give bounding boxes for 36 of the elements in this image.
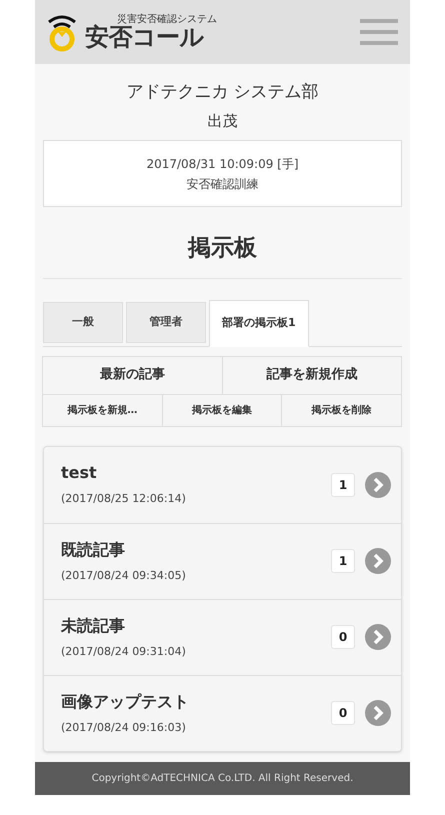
article-date: (2017/08/25 12:06:14) <box>61 491 186 508</box>
menu-icon[interactable] <box>360 19 398 45</box>
article-item[interactable]: 未読記事 (2017/08/24 09:31:04) 0 <box>44 598 401 674</box>
chevron-right-icon <box>365 700 391 726</box>
page-title: 掲示板 <box>188 234 257 263</box>
board-action-button[interactable]: 掲示板を新規… <box>42 394 163 426</box>
tab[interactable]: 管理者 <box>126 302 206 342</box>
action-button[interactable]: 記事を新規作成 <box>222 356 402 394</box>
logo-subtitle: 災害安否確認システム <box>117 15 217 25</box>
article-item[interactable]: 既読記事 (2017/08/24 09:34:05) 1 <box>44 522 401 598</box>
article-item[interactable]: 画像アップテスト (2017/08/24 09:16:03) 0 <box>44 674 401 750</box>
user-name: 出茂 <box>208 110 238 132</box>
count-badge: 0 <box>331 625 355 649</box>
board-action-button[interactable]: 掲示板を削除 <box>281 394 402 426</box>
notice-datetime: 2017/08/31 10:09:09 [手] <box>146 156 299 172</box>
action-button[interactable]: 最新の記事 <box>42 356 222 394</box>
copyright-text: Copyright©AdTECHNICA Co.LTD. All Right Reserved. <box>92 772 354 786</box>
chevron-right-icon <box>365 624 391 650</box>
article-title: 画像アップテスト <box>61 690 189 713</box>
chevron-right-icon <box>365 548 391 574</box>
article-date: (2017/08/24 09:16:03) <box>61 720 187 736</box>
count-badge: 1 <box>331 549 355 573</box>
notice-title: 安否確認訓練 <box>186 176 258 192</box>
tab[interactable]: 部署の掲示板1 <box>209 300 309 346</box>
article-date: (2017/08/24 09:34:05) <box>61 568 186 584</box>
article-title: test <box>61 462 98 484</box>
article-title: 未読記事 <box>61 614 126 637</box>
logo-title: 安否コール <box>85 25 206 49</box>
article-item[interactable]: test (2017/08/25 12:06:14) 1 <box>44 446 401 522</box>
article-date: (2017/08/24 09:31:04) <box>61 644 186 660</box>
article-title: 既読記事 <box>61 538 126 561</box>
count-badge: 0 <box>331 701 355 725</box>
chevron-right-icon <box>365 472 391 498</box>
tab[interactable]: 一般 <box>43 302 123 342</box>
count-badge: 1 <box>331 472 355 496</box>
department-name: アドテクニカ システム部 <box>126 81 319 104</box>
